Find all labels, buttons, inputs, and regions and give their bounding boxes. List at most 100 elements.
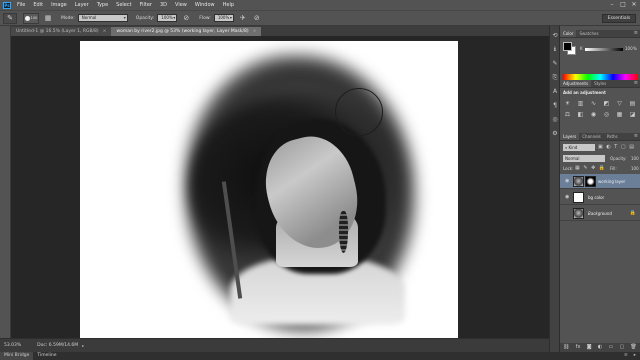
levels-icon[interactable]: ▥ [576, 100, 585, 108]
menu-type[interactable]: Type [93, 2, 112, 8]
close-button[interactable]: ✕ [630, 1, 638, 8]
opacity-field[interactable]: 100% ▾ [157, 14, 178, 22]
layer-name[interactable]: Background [588, 211, 612, 216]
history-icon[interactable]: ⟲ [551, 32, 559, 40]
document-canvas[interactable] [80, 41, 458, 338]
canvas-workspace[interactable] [11, 36, 549, 346]
k-channel-slider[interactable] [585, 48, 623, 51]
close-icon[interactable]: × [103, 27, 107, 36]
black-white-icon[interactable]: ◧ [576, 111, 585, 119]
character-icon[interactable]: A [551, 88, 559, 96]
panel-menu-icon[interactable]: ≡ [632, 80, 640, 87]
maximize-button[interactable]: □ [619, 1, 627, 8]
options-bar: ✎ 100 ▦ Mode: Normal ▾ Opacity: 100% ▾ ⊘… [0, 10, 640, 26]
close-icon[interactable]: × [253, 27, 257, 36]
properties-icon[interactable]: ℹ [551, 46, 559, 54]
tab-color[interactable]: Color [560, 30, 577, 37]
menu-filter[interactable]: Filter [136, 2, 156, 8]
menu-file[interactable]: File [13, 2, 29, 8]
tab-adjustments[interactable]: Adjustments [560, 80, 592, 87]
chevron-down-icon: ▾ [123, 15, 126, 20]
minimize-button[interactable]: – [608, 1, 616, 8]
curves-icon[interactable]: ∿ [589, 100, 598, 108]
tab-channels[interactable]: Channels [579, 133, 604, 140]
menu-layer[interactable]: Layer [71, 2, 93, 8]
layer-opacity-value[interactable]: 100 [631, 156, 639, 161]
menu-3d[interactable]: 3D [156, 2, 171, 8]
zoom-level[interactable]: 53.03% [4, 343, 21, 348]
fill-value[interactable]: 100 [631, 166, 639, 171]
menu-window[interactable]: Window [191, 2, 219, 8]
foreground-color-swatch[interactable] [563, 42, 572, 51]
layer-thumbnail[interactable] [573, 176, 584, 187]
layer-thumbnail[interactable] [573, 192, 584, 203]
tab-styles[interactable]: Styles [591, 80, 609, 87]
layer-style-icon[interactable]: fx [576, 343, 581, 352]
menu-help[interactable]: Help [219, 2, 238, 8]
pressure-opacity-icon[interactable]: ⊘ [181, 13, 191, 24]
channel-mixer-icon[interactable]: ◎ [602, 111, 611, 119]
panel-options-icon[interactable]: ≡ [624, 353, 628, 358]
status-menu-arrow-icon[interactable]: ▸ [82, 343, 84, 348]
menu-edit[interactable]: Edit [29, 2, 47, 8]
layer-name[interactable]: working layer [598, 179, 625, 184]
new-adjustment-icon[interactable]: ◐ [598, 343, 602, 352]
photo-filter-icon[interactable]: ◉ [589, 111, 598, 119]
layer-mask-thumbnail[interactable] [585, 176, 596, 187]
mode-value: Normal [81, 15, 97, 20]
panel-menu-icon[interactable]: ≡ [632, 133, 640, 140]
tab-layers[interactable]: Layers [560, 133, 580, 140]
delete-layer-icon[interactable]: 🗑 [630, 343, 636, 352]
navigator-icon[interactable]: ◎ [551, 116, 559, 124]
tab-mini-bridge[interactable]: Mini Bridge [0, 352, 34, 360]
mode-dropdown[interactable]: Normal ▾ [77, 14, 128, 22]
menu-view[interactable]: View [171, 2, 191, 8]
brush-preset-picker[interactable]: 100 [23, 12, 39, 24]
layer-name[interactable]: bg color [588, 195, 604, 200]
brush-tool-preset-icon[interactable]: ✎ [3, 12, 17, 24]
tab-swatches[interactable]: Swatches [576, 30, 601, 37]
document-tab-woman-by-river[interactable]: woman by river2.jpg @ 53% (working layer… [111, 27, 262, 36]
tab-timeline[interactable]: Timeline [33, 352, 60, 360]
tab-paths[interactable]: Paths [604, 133, 621, 140]
add-mask-icon[interactable]: ◙ [587, 343, 592, 352]
eye-icon[interactable]: ◉ [565, 194, 569, 200]
flow-field[interactable]: 100% ▾ [213, 14, 234, 22]
layer-filter-dropdown[interactable]: ⌕ Kind [563, 144, 595, 151]
layer-row-background[interactable]: Background 🔒 [560, 206, 640, 221]
blend-mode-dropdown[interactable]: Normal [563, 155, 605, 162]
expand-icon[interactable]: ▸ [634, 353, 636, 358]
tool-presets-icon[interactable]: ⚙ [551, 130, 559, 138]
document-tab-bar: Untitled-1 @ 16.5% (Layer 1, RGB/8) × wo… [11, 26, 549, 36]
menu-image[interactable]: Image [47, 2, 71, 8]
menu-select[interactable]: Select [112, 2, 135, 8]
invert-icon[interactable]: ◪ [628, 111, 637, 119]
hue-saturation-icon[interactable]: ▤ [628, 100, 637, 108]
new-layer-icon[interactable]: ▢ [619, 343, 624, 352]
layer-row-working-layer[interactable]: ◉ working layer [560, 174, 640, 189]
layer-row-bg-color[interactable]: ◉ bg color [560, 190, 640, 205]
adjustments-grid: ☀ ▥ ∿ ◩ ▽ ▤ ⚖ ◧ ◉ ◎ ▦ ◪ [563, 100, 637, 119]
pressure-size-icon[interactable]: ⊘ [252, 13, 262, 24]
brush-panel-toggle-icon[interactable]: ▦ [43, 13, 53, 24]
paragraph-icon[interactable]: ¶ [551, 102, 559, 110]
vibrance-icon[interactable]: ▽ [615, 100, 624, 108]
layer-filter-icons[interactable]: ▣ ◐ T ▢ ▤ [598, 144, 635, 150]
brush-icon[interactable]: ✎ [551, 60, 559, 68]
k-channel-value[interactable]: 100 [625, 46, 633, 51]
new-group-icon[interactable]: ▭ [608, 343, 613, 352]
document-tab-untitled[interactable]: Untitled-1 @ 16.5% (Layer 1, RGB/8) × [11, 27, 112, 36]
lock-icons[interactable]: ▦ ✎ ✥ 🔒 [575, 165, 606, 171]
airbrush-icon[interactable]: ✈ [238, 13, 248, 24]
layer-thumbnail[interactable] [573, 208, 584, 219]
color-balance-icon[interactable]: ⚖ [563, 111, 572, 119]
exposure-icon[interactable]: ◩ [602, 100, 611, 108]
collapsed-panel-dock: ⟲ ℹ ✎ ⎘ A ¶ ◎ ⚙ [549, 26, 560, 352]
color-lookup-icon[interactable]: ▦ [615, 111, 624, 119]
panel-menu-icon[interactable]: ≡ [632, 30, 640, 37]
brightness-contrast-icon[interactable]: ☀ [563, 100, 572, 108]
eye-icon[interactable]: ◉ [565, 178, 569, 184]
workspace-switcher[interactable]: Essentials [602, 14, 636, 23]
link-layers-icon[interactable]: ⛓ [563, 343, 569, 352]
clone-source-icon[interactable]: ⎘ [551, 74, 559, 82]
